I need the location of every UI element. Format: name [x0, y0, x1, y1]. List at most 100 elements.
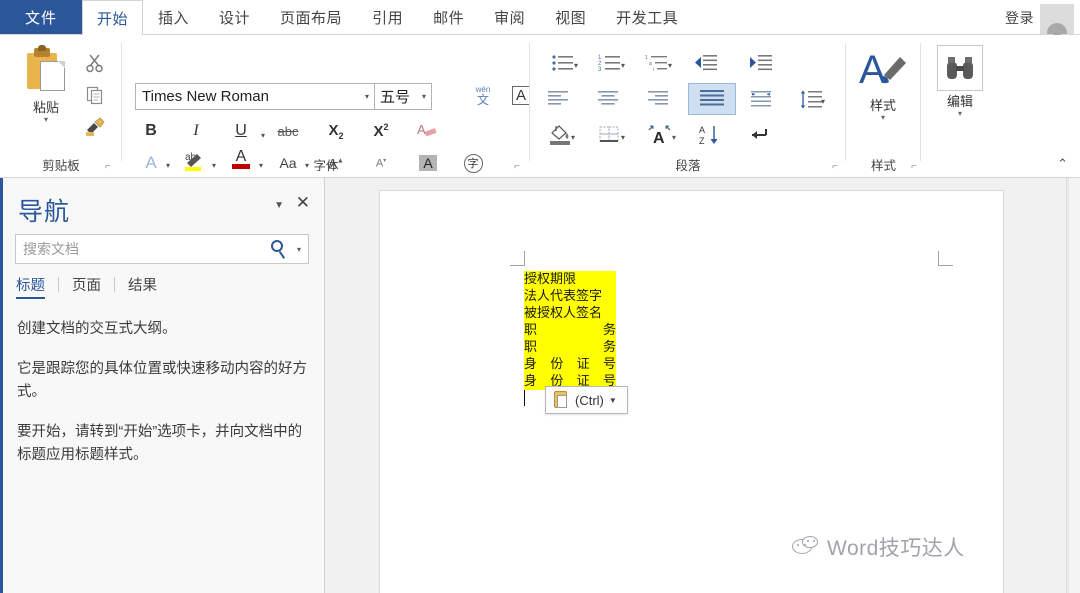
search-options-caret[interactable]: ▾: [295, 245, 308, 254]
editing-dropdown-caret[interactable]: ▾: [926, 110, 994, 118]
chevron-down-icon[interactable]: ▾: [365, 92, 369, 101]
sort-button[interactable]: A Z: [692, 121, 728, 149]
paragraph-dialog-launcher[interactable]: ⌐: [832, 161, 838, 172]
show-formatting-marks-icon: [749, 124, 773, 146]
document-line[interactable]: 被授权人签名: [524, 305, 616, 322]
document-line[interactable]: 授权期限: [524, 271, 616, 288]
paste-dropdown-caret[interactable]: ▾: [16, 116, 76, 124]
document-line[interactable]: 法人代表签字: [524, 288, 616, 305]
styles-dropdown-caret[interactable]: ▾: [849, 114, 917, 122]
tab-mailings-label: 邮件: [433, 7, 464, 28]
styles-dialog-launcher[interactable]: ⌐: [911, 161, 917, 172]
font-dialog-launcher[interactable]: ⌐: [514, 161, 520, 172]
svg-text:a: a: [649, 61, 652, 67]
styles-button[interactable]: A 样式 ▾: [849, 45, 917, 122]
document-area[interactable]: 授权期限 法人代表签字 被授权人签名 职 务 职 务 身 份 证 号: [325, 178, 1080, 593]
document-line-text: 法人代表签字: [524, 289, 602, 304]
italic-button[interactable]: I: [180, 117, 212, 145]
font-name-combobox[interactable]: Times New Roman ▾: [135, 83, 375, 110]
tab-review[interactable]: 审阅: [479, 0, 540, 35]
copy-button[interactable]: [80, 81, 110, 109]
justify-button[interactable]: [688, 83, 736, 115]
tab-insert[interactable]: 插入: [143, 0, 204, 35]
underline-icon: U: [235, 122, 247, 140]
tab-home[interactable]: 开始: [82, 0, 143, 35]
chevron-down-icon[interactable]: ▼: [274, 200, 284, 211]
navigation-pane-title: 导航: [18, 192, 70, 228]
format-painter-button[interactable]: [80, 113, 110, 141]
document-line[interactable]: 职 务: [524, 322, 616, 339]
phonetic-guide-button[interactable]: wén 文: [467, 81, 499, 109]
watermark: Word技巧达人: [790, 532, 965, 562]
subscript-button[interactable]: X2: [320, 117, 352, 145]
align-left-button[interactable]: [540, 85, 576, 113]
chevron-down-icon[interactable]: ▾: [422, 92, 426, 101]
paste-options-button[interactable]: (Ctrl) ▼: [545, 386, 628, 414]
clipboard-paste-icon: [23, 45, 69, 95]
line-spacing-caret[interactable]: ▾: [821, 97, 825, 106]
collapse-ribbon-button[interactable]: ⌃: [1057, 156, 1068, 172]
cut-button[interactable]: [80, 49, 110, 77]
tab-view[interactable]: 视图: [540, 0, 601, 35]
close-icon[interactable]: ✕: [296, 194, 310, 211]
document-line[interactable]: 身 份 证 号: [524, 356, 616, 373]
font-size-combobox[interactable]: 五号 ▾: [375, 83, 432, 110]
avatar-body-shape: [1047, 23, 1067, 34]
numbering-caret[interactable]: ▾: [621, 61, 625, 70]
decrease-indent-button[interactable]: [688, 49, 724, 77]
tab-layout[interactable]: 页面布局: [265, 0, 357, 35]
document-line[interactable]: 职 务: [524, 339, 616, 356]
document-right-edge: [1066, 178, 1067, 593]
ribbon-group-font: Times New Roman ▾ 五号 ▾ wén 文 A B I U ▾ a…: [122, 35, 530, 178]
superscript-button[interactable]: X2: [365, 117, 397, 145]
magnifier-icon[interactable]: [269, 238, 293, 260]
tab-design[interactable]: 设计: [204, 0, 265, 35]
asian-layout-caret[interactable]: ▾: [672, 133, 676, 142]
document-text-block[interactable]: 授权期限 法人代表签字 被授权人签名 职 务 职 务 身 份 证 号: [524, 271, 616, 390]
vertical-scrollbar[interactable]: [1068, 178, 1080, 593]
distributed-align-button[interactable]: [743, 85, 779, 113]
navigation-pane: 导航 ▼ ✕ ▾ 标题 页面 结果 创建文档的交互式大纲。 它是跟踪您的具体位置…: [0, 178, 325, 593]
person-avatar-icon[interactable]: [1040, 4, 1074, 34]
align-center-button[interactable]: [590, 85, 626, 113]
bullets-caret[interactable]: ▾: [574, 61, 578, 70]
align-right-button[interactable]: [640, 85, 676, 113]
justify-icon: [699, 89, 725, 109]
sign-in-link[interactable]: 登录: [1005, 8, 1034, 28]
underline-dropdown-caret[interactable]: ▾: [261, 131, 265, 140]
multilevel-caret[interactable]: ▾: [668, 61, 672, 70]
document-line-text: 被授权人签名: [524, 306, 602, 321]
svg-text:Z: Z: [699, 136, 705, 146]
nav-body-paragraph: 它是跟踪您的具体位置或快速移动内容的好方式。: [17, 358, 307, 404]
search-input[interactable]: [16, 240, 269, 258]
show-marks-button[interactable]: [743, 121, 779, 149]
underline-button[interactable]: U: [225, 117, 257, 145]
tab-layout-label: 页面布局: [280, 7, 342, 28]
shading-caret[interactable]: ▾: [571, 133, 575, 142]
styles-button-label: 样式: [849, 95, 917, 114]
nav-tab-results[interactable]: 结果: [115, 274, 170, 295]
copy-icon: [85, 85, 105, 105]
svg-text:3: 3: [598, 67, 602, 72]
clipboard-dialog-launcher[interactable]: ⌐: [105, 161, 111, 172]
editing-button[interactable]: 编辑 ▾: [926, 45, 994, 118]
ribbon-tabs: 开始 插入 设计 页面布局 引用 邮件 审阅 视图 开发工具: [82, 0, 693, 35]
chevron-down-icon[interactable]: ▼: [609, 396, 617, 405]
tab-developer[interactable]: 开发工具: [601, 0, 693, 35]
text-cursor: [524, 390, 525, 406]
strikethrough-button[interactable]: abc: [272, 117, 304, 145]
tab-file[interactable]: 文件: [0, 0, 82, 35]
paste-button[interactable]: 粘贴 ▾: [16, 45, 76, 124]
bold-button[interactable]: B: [135, 117, 167, 145]
clear-formatting-button[interactable]: A: [412, 117, 444, 145]
tab-mailings[interactable]: 邮件: [418, 0, 479, 35]
svg-text:i: i: [653, 67, 654, 72]
tab-references[interactable]: 引用: [357, 0, 418, 35]
borders-caret[interactable]: ▾: [621, 133, 625, 142]
increase-indent-button[interactable]: [743, 49, 779, 77]
navigation-search-box[interactable]: ▾: [15, 234, 309, 264]
nav-tab-headings[interactable]: 标题: [16, 274, 58, 295]
distributed-align-icon: [749, 90, 773, 109]
paste-button-label: 粘贴: [16, 97, 76, 116]
nav-tab-pages[interactable]: 页面: [59, 274, 114, 295]
